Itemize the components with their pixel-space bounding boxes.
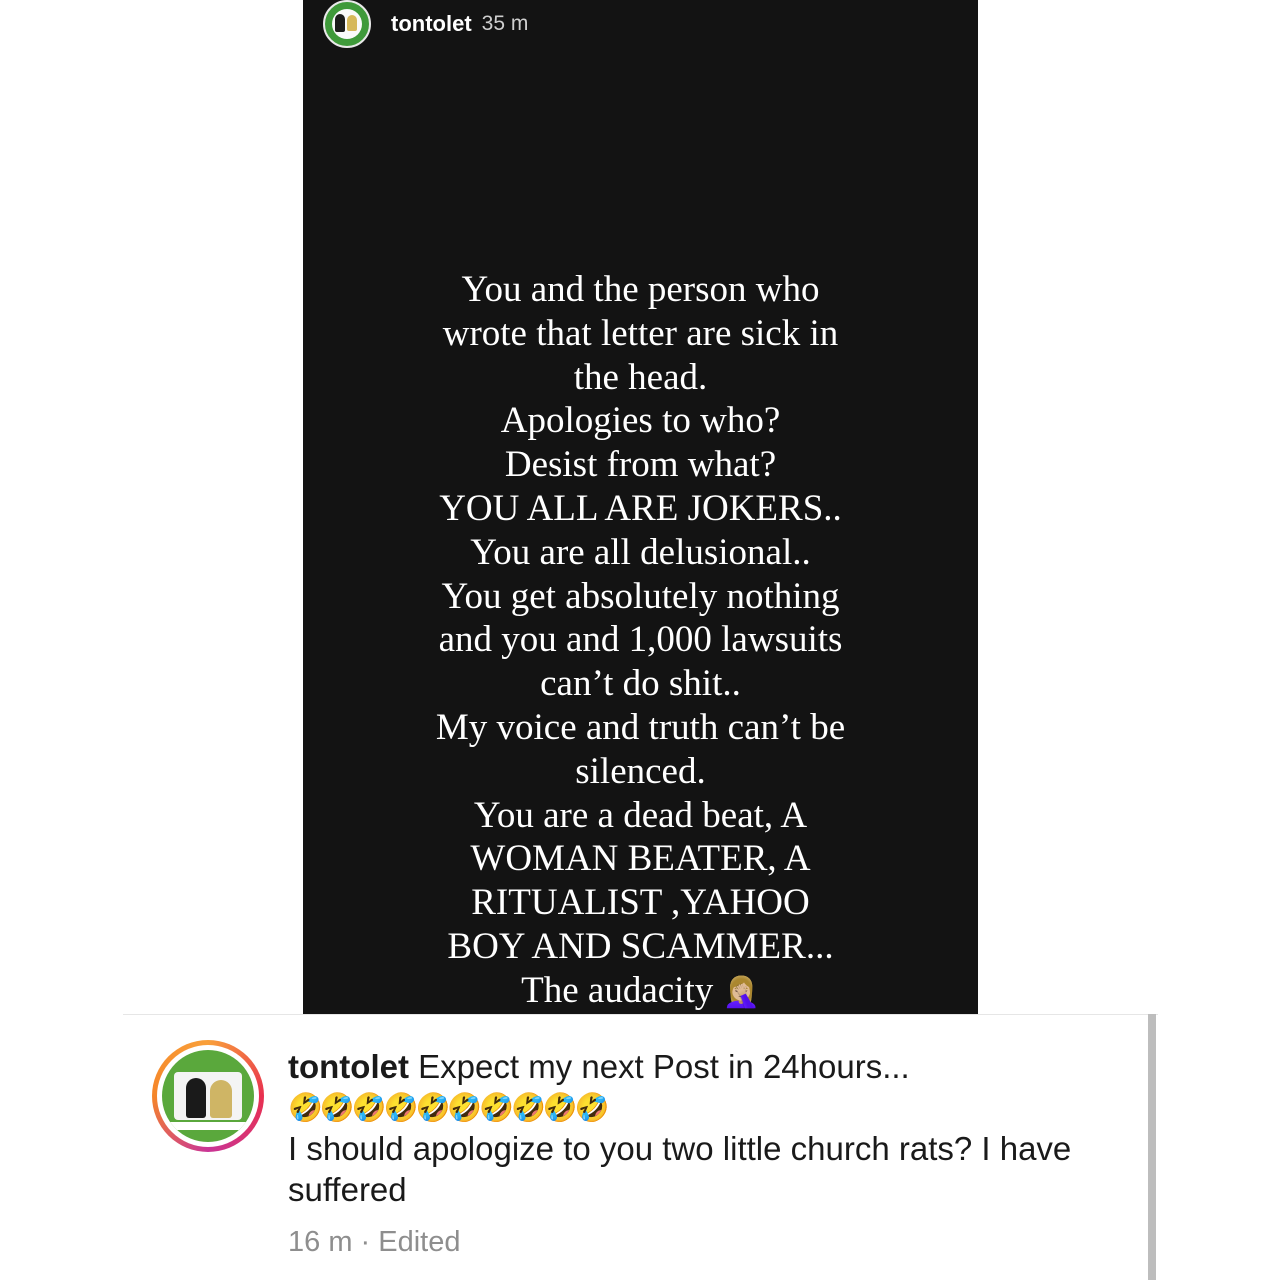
comment-text-line1: Expect my next Post in 24hours... — [418, 1048, 910, 1085]
avatar-person-left — [186, 1078, 206, 1118]
avatar-person-left — [335, 14, 345, 32]
avatar-banner — [162, 1122, 254, 1130]
avatar-person-right — [210, 1080, 232, 1118]
comment-timestamp: 16 m — [288, 1226, 353, 1258]
scrollbar[interactable] — [1148, 1014, 1156, 1280]
comment-avatar[interactable] — [152, 1040, 264, 1152]
story-text-body: You and the person who wrote that letter… — [435, 269, 846, 1011]
story-panel: tontolet 35 m You and the person who wro… — [303, 0, 978, 1014]
story-username[interactable]: tontolet — [391, 11, 472, 37]
story-timestamp: 35 m — [481, 12, 529, 35]
laughing-emoji-row-icon: 🤣🤣🤣🤣🤣🤣🤣🤣🤣🤣 — [288, 1091, 610, 1124]
meta-separator: · — [352, 1226, 379, 1258]
comment-line1: tontolet Expect my next Post in 24hours.… — [288, 1046, 1138, 1087]
story-text: You and the person who wrote that letter… — [303, 268, 978, 1013]
avatar-image — [162, 1050, 254, 1142]
divider — [123, 1014, 1158, 1015]
comment-text-line3: I should apologize to you two little chu… — [288, 1130, 1072, 1208]
avatar-person-right — [347, 15, 357, 31]
facepalm-emoji-icon: 🤦🏼‍♀️ — [722, 975, 760, 1011]
story-avatar[interactable] — [323, 0, 371, 48]
comment-username[interactable]: tontolet — [288, 1048, 409, 1085]
comment-meta: 16 m · Edited — [288, 1226, 461, 1259]
comment-body: tontolet Expect my next Post in 24hours.… — [288, 1046, 1138, 1210]
edited-label: Edited — [378, 1226, 461, 1258]
story-header: tontolet 35 m — [323, 0, 528, 48]
